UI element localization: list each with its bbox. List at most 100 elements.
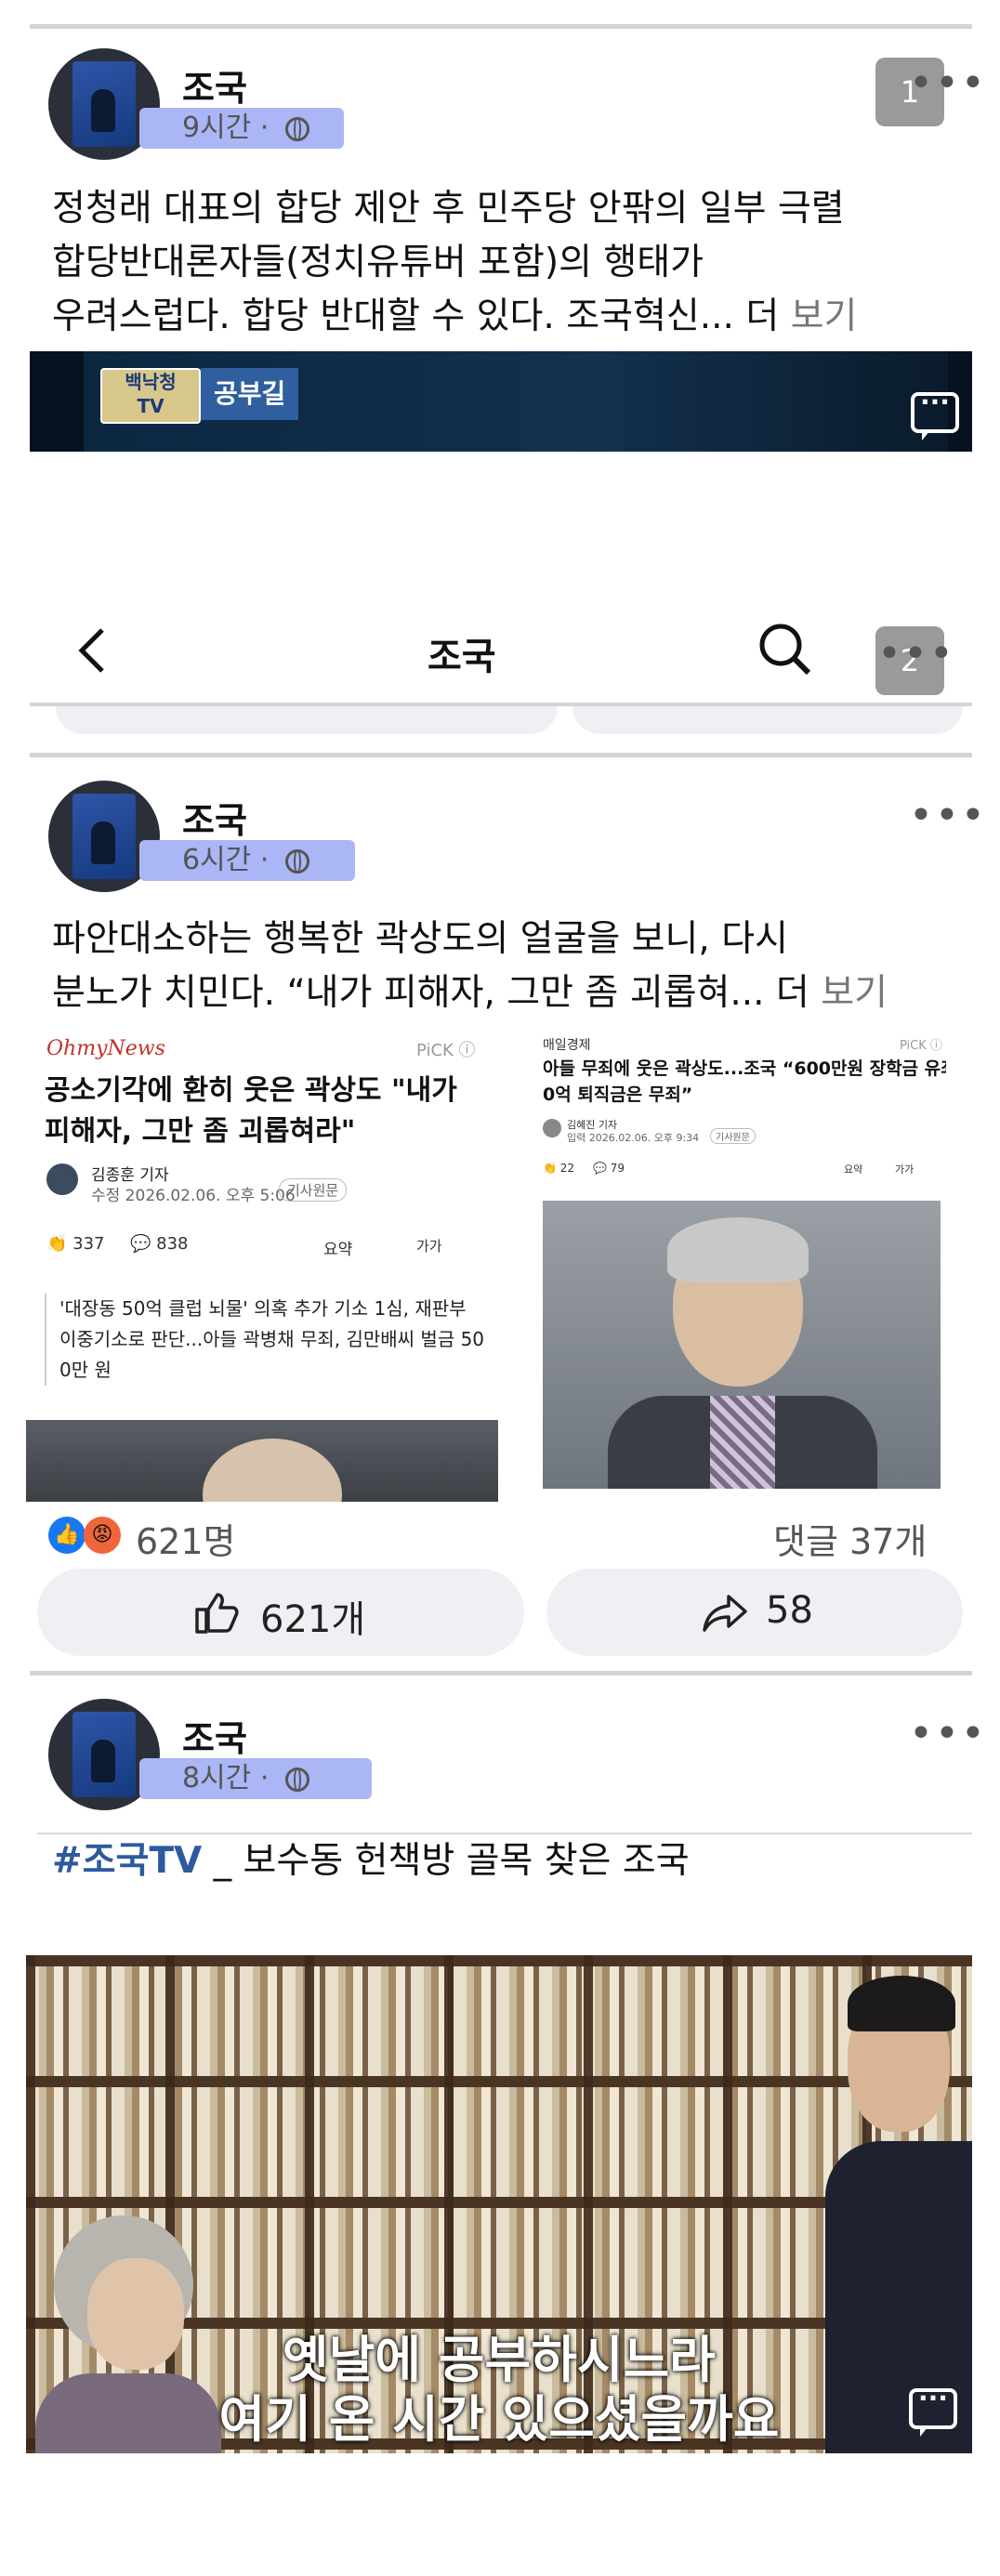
video-thumbnail[interactable]: 백낙청 TV 공부길 <box>30 351 972 452</box>
post-text-line: 파안대소하는 행복한 곽상도의 얼굴을 보니, 다시 <box>52 918 788 960</box>
share-icon <box>703 1595 747 1632</box>
channel-tag: 공부길 <box>201 368 299 420</box>
post-author[interactable]: 조국 <box>182 1710 247 1761</box>
see-more-link[interactable]: 보기 <box>791 296 858 337</box>
post-timestamp: 6시간 · <box>139 840 355 881</box>
like-reaction-icon: 👍 <box>48 1517 86 1554</box>
original-article-button[interactable]: 기사원문 <box>710 1128 756 1144</box>
share-button-label: 58 <box>766 1589 813 1632</box>
post-text-truncated: 우려스럽다. 합당 반대할 수 있다. 조국혁신... 더 <box>52 296 791 337</box>
post-divider <box>30 1671 972 1676</box>
page-title: 조국 <box>428 636 496 678</box>
reporter-avatar <box>46 1163 78 1195</box>
book-cover-image <box>72 794 136 879</box>
comment-bubble-icon[interactable] <box>911 387 959 440</box>
post-text-line: 분노가 치민다. “내가 피해자, 그만 좀 괴롭혀... 더 보기 <box>52 966 888 1020</box>
more-options-icon[interactable]: ••• <box>877 634 955 675</box>
thumbs-up-icon <box>195 1593 239 1634</box>
reporter-avatar <box>543 1119 561 1137</box>
person-hair <box>667 1217 809 1282</box>
body-line: 이중기소로 판단...아들 곽병채 무죄, 김만배씨 벌금 50 <box>59 1328 485 1350</box>
book-cover-image <box>72 1712 136 1797</box>
time-label: 6시간 · <box>182 844 278 876</box>
shared-article-ohmynews[interactable]: OhmyNews PiCK ⓘ 공소기각에 환히 웃은 곽상도 "내가 피해자,… <box>26 1030 498 1502</box>
more-options-icon[interactable]: ••• <box>909 63 987 104</box>
angry-reaction-icon: 😡 <box>84 1517 121 1554</box>
body-line: 0만 원 <box>59 1359 112 1381</box>
back-button[interactable] <box>74 624 112 677</box>
video-thumbnail[interactable]: 옛날에 공부하시느라 여기 온 시간 있으셨을까요 <box>26 1955 972 2453</box>
headline-line: 공소기각에 환히 웃은 곽상도 "내가 <box>45 1074 457 1107</box>
headline-line: 0억 퇴직금은 무죄” <box>543 1084 693 1105</box>
chevron-left-icon <box>78 628 104 673</box>
summary-button[interactable]: 요약 <box>844 1162 862 1176</box>
post-text-line: 정청래 대표의 합당 제안 후 민주당 안팎의 일부 극렬 <box>52 188 845 230</box>
previous-action-row <box>56 706 558 734</box>
globe-icon <box>284 1767 309 1792</box>
person-hair <box>848 1976 955 2031</box>
summary-button[interactable]: 요약 <box>323 1236 352 1259</box>
globe-icon <box>284 848 309 874</box>
more-options-icon[interactable]: ••• <box>909 795 987 836</box>
post-title: _ 보수동 헌책방 골목 찾은 조국 <box>202 1840 690 1882</box>
like-count-value: 22 <box>559 1162 575 1175</box>
like-count: 👏 337 <box>46 1234 105 1254</box>
post-author[interactable]: 조국 <box>182 792 247 843</box>
time-label: 8시간 · <box>182 1762 278 1794</box>
article-source: 매일경제 <box>543 1038 591 1053</box>
top-divider <box>30 24 972 29</box>
subtitle-line: 여기 온 시간 있으셨을까요 <box>218 2390 780 2449</box>
time-label: 9시간 · <box>182 112 278 144</box>
original-article-button[interactable]: 기사원문 <box>279 1178 348 1202</box>
headline-line: 아들 무죄에 웃은 곽상도...조국 “600만원 장학금 유죄, 5 <box>543 1058 946 1079</box>
like-button[interactable]: 621개 <box>37 1569 524 1656</box>
post-title-line: #조국TV _ 보수동 헌책방 골목 찾은 조국 <box>52 1834 690 1888</box>
font-size-button[interactable]: 가가 <box>416 1236 442 1255</box>
pick-label: PiCK ⓘ <box>416 1041 476 1060</box>
comment-count-value: 838 <box>156 1234 189 1254</box>
post-text-truncated: 분노가 치민다. “내가 피해자, 그만 좀 괴롭혀... 더 <box>52 972 822 1014</box>
font-size-button[interactable]: 가가 <box>895 1162 914 1176</box>
shared-article-mk[interactable]: 매일경제 PiCK ⓘ 아들 무죄에 웃은 곽상도...조국 “600만원 장학… <box>537 1030 946 1502</box>
post-author[interactable]: 조국 <box>182 59 247 111</box>
post-text-line: 합당반대론자들(정치유튜버 포함)의 행태가 <box>52 242 704 283</box>
subtitle-line: 옛날에 공부하시느라 <box>283 2331 716 2389</box>
article-source: OhmyNews <box>46 1037 165 1060</box>
previous-action-row <box>572 706 963 734</box>
book-cover-image <box>72 61 136 147</box>
headline-line: 피해자, 그만 좀 괴롭혀라" <box>45 1115 356 1148</box>
channel-logo-line1: 백낙청 <box>125 371 177 393</box>
article-headline: 공소기각에 환히 웃은 곽상도 "내가 피해자, 그만 좀 괴롭혀라" <box>45 1071 457 1152</box>
channel-logo: 백낙청 TV <box>100 368 201 424</box>
post-timestamp: 9시간 · <box>139 108 344 149</box>
more-options-icon[interactable]: ••• <box>909 1714 987 1755</box>
article-photo <box>26 1420 498 1502</box>
article-date: 수정 2026.02.06. 오후 5:06 <box>91 1187 296 1205</box>
person-shirt <box>710 1396 775 1489</box>
article-body: '대장동 50억 클럽 뇌물' 의혹 추가 기소 1심, 재판부 이중기소로 판… <box>45 1294 484 1386</box>
pick-label: PiCK ⓘ <box>900 1039 942 1053</box>
comment-count: 💬 79 <box>593 1162 625 1175</box>
like-count-value: 337 <box>72 1234 105 1254</box>
body-line: '대장동 50억 클럽 뇌물' 의혹 추가 기소 1심, 재판부 <box>59 1297 467 1320</box>
video-subtitle: 옛날에 공부하시느라 여기 온 시간 있으셨을까요 <box>26 2331 972 2450</box>
comments-count[interactable]: 댓글 37개 <box>773 1513 927 1564</box>
like-button-label: 621개 <box>260 1598 366 1641</box>
globe-icon <box>284 116 309 141</box>
like-count: 👏 22 <box>543 1162 575 1175</box>
search-icon <box>759 624 811 676</box>
channel-logo-line2: TV <box>137 395 164 417</box>
reactions-count[interactable]: 621명 <box>136 1513 236 1564</box>
see-more-link[interactable]: 보기 <box>821 972 888 1014</box>
search-button[interactable] <box>757 621 812 677</box>
comment-bubble-icon[interactable] <box>909 2383 957 2437</box>
share-button[interactable]: 58 <box>546 1569 963 1656</box>
article-headline: 아들 무죄에 웃은 곽상도...조국 “600만원 장학금 유죄, 5 0억 퇴… <box>543 1056 946 1108</box>
post-timestamp: 8시간 · <box>139 1758 372 1799</box>
person-head <box>203 1439 342 1502</box>
article-date: 입력 2026.02.06. 오후 9:34 <box>567 1132 700 1144</box>
post-divider <box>30 753 972 757</box>
comment-count: 💬 838 <box>130 1234 189 1254</box>
comment-count-value: 79 <box>610 1162 625 1175</box>
hashtag-link[interactable]: #조국TV <box>52 1840 202 1882</box>
